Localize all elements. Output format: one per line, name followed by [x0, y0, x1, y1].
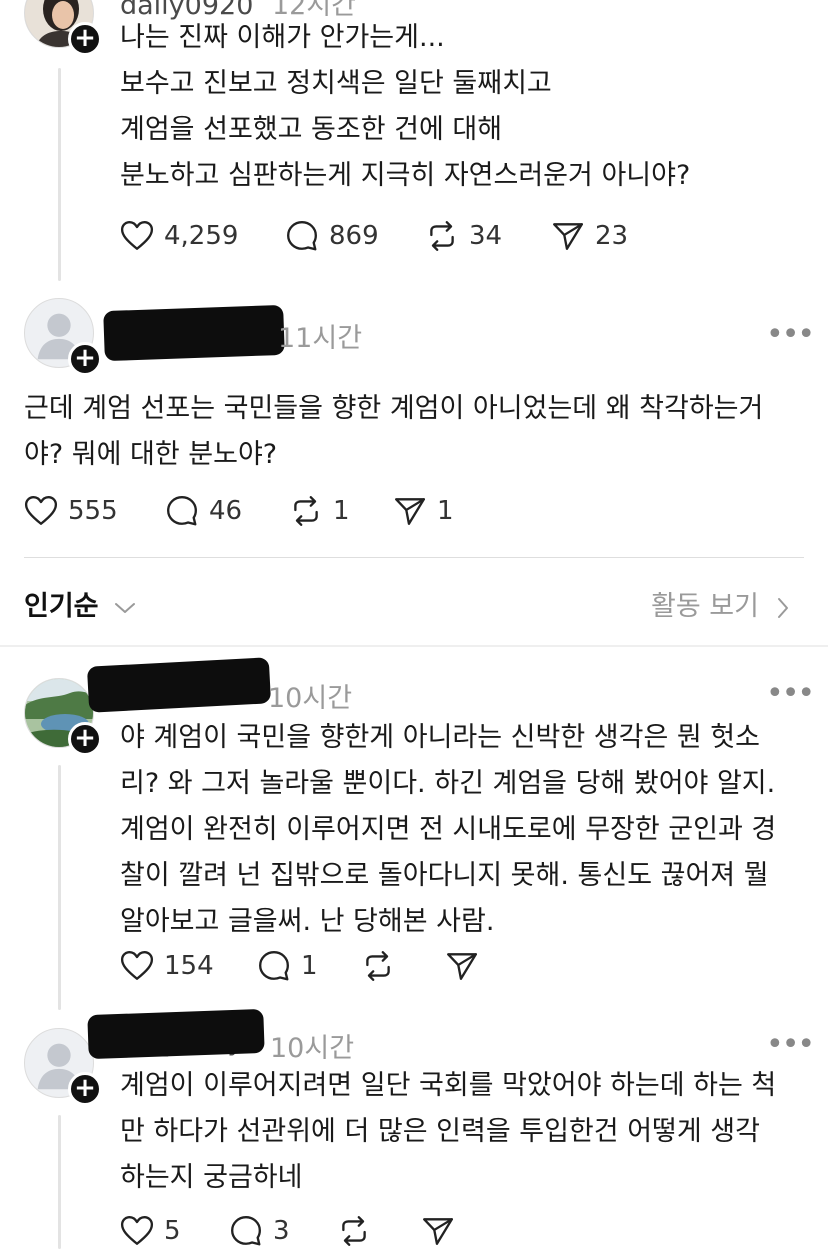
comment-button[interactable]: 1: [257, 949, 318, 983]
send-icon: [421, 1214, 455, 1248]
comment-icon: [285, 219, 319, 253]
comment2-line: 만 하다가 선관위에 더 많은 인력을 투입한건 어떻게 생각: [120, 1116, 760, 1147]
post-line: 나는 진짜 이해가 안가는게...: [120, 22, 445, 53]
share-count: 23: [595, 221, 629, 251]
post-line: 보수고 진보고 정치색은 일단 둘째치고: [120, 68, 552, 99]
section-separator: [0, 645, 828, 647]
repost-count: 34: [469, 221, 503, 251]
reply1-line: 야? 뭐에 대한 분노야?: [24, 439, 278, 470]
activity-label: 활동 보기: [651, 591, 759, 622]
comment-button[interactable]: 3: [229, 1214, 290, 1248]
repost-button[interactable]: 34: [425, 219, 502, 253]
share-button[interactable]: 23: [551, 219, 628, 253]
repost-button[interactable]: [361, 949, 395, 983]
send-icon: [393, 494, 427, 528]
comment1-line: 리? 와 그저 놀라울 뿐이다. 하긴 계엄을 당해 봤어야 알지.: [120, 768, 776, 799]
repost-icon: [361, 949, 395, 983]
like-count: 4,259: [164, 221, 239, 251]
like-count: 154: [164, 951, 214, 981]
reply1-time: 11시간: [278, 323, 363, 354]
comment1-time: 10시간: [268, 683, 353, 714]
comment-icon: [229, 1214, 263, 1248]
chevron-right-icon: [777, 597, 788, 618]
sort-dropdown[interactable]: 인기순: [24, 584, 136, 623]
more-options-icon[interactable]: •••: [766, 679, 815, 709]
post-body: 나는 진짜 이해가 안가는게... 보수고 진보고 정치색은 일단 둘째치고 계…: [120, 15, 690, 199]
comment1-line: 찰이 깔려 넌 집밖으로 돌아다니지 못해. 통신도 끊어져 뭘: [120, 860, 769, 891]
redaction-mark: [103, 304, 285, 362]
reply1-body: 근데 계엄 선포는 국민들을 향한 계엄이 아니었는데 왜 착각하는거 야? 뭐…: [24, 386, 763, 478]
more-options-icon[interactable]: •••: [766, 1030, 815, 1060]
share-button[interactable]: [421, 1214, 455, 1248]
like-count: 555: [68, 496, 118, 526]
comment2-line: 하는지 궁금하네: [120, 1162, 303, 1193]
heart-icon: [120, 219, 154, 253]
like-count: 5: [164, 1216, 181, 1246]
comment2-time: 10시간: [270, 1033, 355, 1064]
follow-plus-button[interactable]: +: [68, 22, 102, 56]
follow-plus-button[interactable]: +: [68, 722, 102, 756]
comment1-line: 계엄이 완전히 이루어지면 전 시내도로에 무장한 군인과 경: [120, 814, 777, 845]
chevron-down-icon: [114, 602, 135, 613]
comment-count: 46: [209, 496, 243, 526]
post-line: 분노하고 심판하는게 지극히 자연스러운거 아니야?: [120, 160, 691, 191]
repost-button[interactable]: 1: [289, 494, 350, 528]
heart-icon: [120, 949, 154, 983]
comment-icon: [257, 949, 291, 983]
like-button[interactable]: 154: [120, 949, 214, 983]
share-count: 1: [437, 496, 454, 526]
comment-button[interactable]: 869: [285, 219, 379, 253]
comment-count: 869: [329, 221, 379, 251]
heart-icon: [120, 1214, 154, 1248]
thread-line-comment2: [58, 1115, 61, 1249]
view-activity-link[interactable]: 활동 보기: [651, 584, 790, 623]
share-button[interactable]: [445, 949, 479, 983]
send-icon: [445, 949, 479, 983]
post-line: 계엄을 선포했고 동조한 건에 대해: [120, 114, 503, 145]
divider: [24, 557, 804, 558]
follow-plus-button[interactable]: +: [68, 1072, 102, 1106]
repost-count: 1: [333, 496, 350, 526]
repost-icon: [337, 1214, 371, 1248]
comment1-line: 야 계엄이 국민을 향한게 아니라는 신박한 생각은 뭔 헛소: [120, 722, 760, 753]
comment1-body: 야 계엄이 국민을 향한게 아니라는 신박한 생각은 뭔 헛소 리? 와 그저 …: [120, 715, 776, 945]
reply1-line: 근데 계엄 선포는 국민들을 향한 계엄이 아니었는데 왜 착각하는거: [24, 393, 764, 424]
comment2-line: 계엄이 이루어지려면 일단 국회를 막았어야 하는데 하는 척: [120, 1070, 777, 1101]
comment1-line: 알아보고 글을써. 난 당해본 사람.: [120, 906, 495, 937]
comment-icon: [165, 494, 199, 528]
like-button[interactable]: 5: [120, 1214, 181, 1248]
send-icon: [551, 219, 585, 253]
heart-icon: [24, 494, 58, 528]
follow-plus-button[interactable]: +: [68, 342, 102, 376]
comment-count: 1: [301, 951, 318, 981]
comment-button[interactable]: 46: [165, 494, 242, 528]
repost-icon: [289, 494, 323, 528]
thread-line-post: [58, 68, 61, 281]
sort-label: 인기순: [24, 591, 99, 622]
comment-count: 3: [273, 1216, 290, 1246]
like-button[interactable]: 555: [24, 494, 118, 528]
share-button[interactable]: 1: [393, 494, 454, 528]
comment2-body: 계엄이 이루어지려면 일단 국회를 막았어야 하는데 하는 척 만 하다가 선관…: [120, 1063, 776, 1201]
like-button[interactable]: 4,259: [120, 219, 238, 253]
thread-line-comment1: [58, 765, 61, 1010]
repost-icon: [425, 219, 459, 253]
more-options-icon[interactable]: •••: [766, 320, 815, 350]
redaction-mark: [86, 657, 272, 713]
repost-button[interactable]: [337, 1214, 371, 1248]
redaction-mark: [87, 1008, 265, 1060]
